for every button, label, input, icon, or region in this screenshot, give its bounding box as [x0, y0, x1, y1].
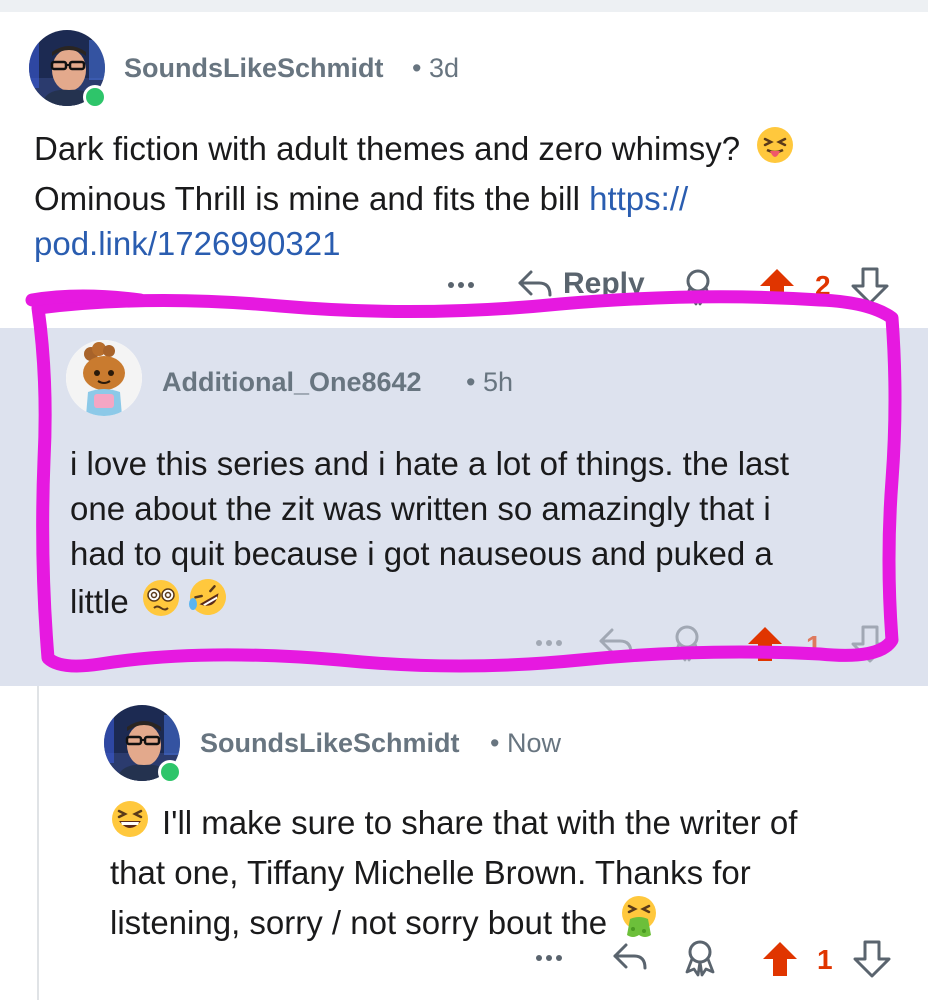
- downvote-button[interactable]: [850, 624, 890, 664]
- comment-time: • 3d: [412, 53, 459, 84]
- comment-body: Dark fiction with adult themes and zero …: [34, 125, 914, 266]
- body-line: Dark fiction with adult themes and zero …: [34, 125, 914, 176]
- vote-count: 2: [815, 270, 831, 301]
- reply-button[interactable]: [610, 939, 650, 975]
- award-button[interactable]: [679, 266, 717, 306]
- reply-button[interactable]: Reply: [515, 266, 645, 302]
- more-dots-icon: [448, 282, 474, 288]
- downvote-arrow-icon: [851, 267, 889, 305]
- award-button[interactable]: [668, 622, 706, 662]
- upvote-button[interactable]: [745, 624, 785, 664]
- vote-count: 1: [806, 630, 822, 661]
- more-options-button[interactable]: [532, 941, 566, 975]
- squinting-face-with-tongue-icon: [755, 125, 795, 176]
- podcast-link-continued[interactable]: pod.link/1726990321: [34, 225, 340, 262]
- timestamp: Now: [506, 728, 561, 758]
- body-text: listening, sorry / not sorry bout the: [110, 904, 608, 941]
- body-line: little: [70, 576, 910, 629]
- upvote-button[interactable]: [757, 266, 797, 306]
- more-options-button[interactable]: [532, 626, 566, 660]
- comment-body: i love this series and i hate a lot of t…: [70, 441, 910, 629]
- rolling-on-the-floor-laughing-icon: [187, 576, 229, 629]
- body-text: Dark fiction with adult themes and zero …: [34, 130, 750, 167]
- comment-time: • 5h: [466, 367, 513, 398]
- award-icon: [685, 940, 715, 977]
- body-text: I'll make sure to share that with the wr…: [162, 804, 798, 841]
- separator-dot: •: [490, 728, 507, 758]
- body-line: pod.link/1726990321: [34, 221, 914, 266]
- more-dots-icon: [536, 640, 562, 646]
- thread-line[interactable]: [37, 686, 39, 1000]
- dizzy-face-icon: [141, 578, 181, 629]
- avatar-snoo-icon: [66, 340, 142, 416]
- vote-count: 1: [817, 944, 833, 975]
- top-divider: [0, 0, 928, 12]
- separator-dot: •: [466, 367, 483, 397]
- reply-button[interactable]: [596, 624, 636, 660]
- body-line: one about the zit was written so amazing…: [70, 490, 771, 527]
- reply-arrow-icon: [613, 943, 647, 970]
- upvote-arrow-icon: [763, 942, 797, 976]
- grinning-squinting-face-icon: [110, 799, 150, 850]
- body-text: little: [70, 583, 129, 620]
- online-status-icon: [83, 85, 107, 109]
- more-options-button[interactable]: [444, 268, 478, 302]
- reply-arrow-icon: [518, 270, 552, 297]
- downvote-button[interactable]: [850, 266, 890, 306]
- upvote-arrow-icon: [760, 269, 794, 303]
- body-text: Ominous Thrill is mine and fits the bill: [34, 180, 590, 217]
- reply-label: Reply: [563, 267, 645, 300]
- award-icon: [683, 269, 713, 306]
- body-line: that one, Tiffany Michelle Brown. Thanks…: [110, 854, 751, 891]
- award-icon: [672, 625, 702, 662]
- more-dots-icon: [536, 955, 562, 961]
- upvote-button[interactable]: [760, 939, 800, 979]
- downvote-arrow-icon: [851, 625, 889, 663]
- body-line: i love this series and i hate a lot of t…: [70, 445, 790, 482]
- comment-body: I'll make sure to share that with the wr…: [110, 799, 910, 950]
- body-line: I'll make sure to share that with the wr…: [110, 799, 910, 850]
- comment-username[interactable]: SoundsLikeSchmidt: [200, 728, 460, 759]
- separator-dot: •: [412, 53, 429, 83]
- downvote-button[interactable]: [852, 939, 892, 979]
- comment-username[interactable]: SoundsLikeSchmidt: [124, 53, 384, 84]
- reply-arrow-icon: [599, 628, 633, 655]
- podcast-link[interactable]: https://: [589, 180, 688, 217]
- online-status-icon: [158, 760, 182, 784]
- timestamp: 3d: [428, 53, 460, 83]
- body-line: Ominous Thrill is mine and fits the bill…: [34, 176, 914, 221]
- upvote-arrow-icon: [748, 627, 782, 661]
- comment-time: • Now: [490, 728, 561, 759]
- downvote-arrow-icon: [853, 940, 891, 978]
- timestamp: 5h: [482, 367, 514, 397]
- comment-username[interactable]: Additional_One8642: [162, 367, 422, 398]
- avatar-additional-one8642[interactable]: [66, 340, 142, 416]
- body-line: had to quit because i got nauseous and p…: [70, 535, 773, 572]
- award-button[interactable]: [681, 937, 719, 977]
